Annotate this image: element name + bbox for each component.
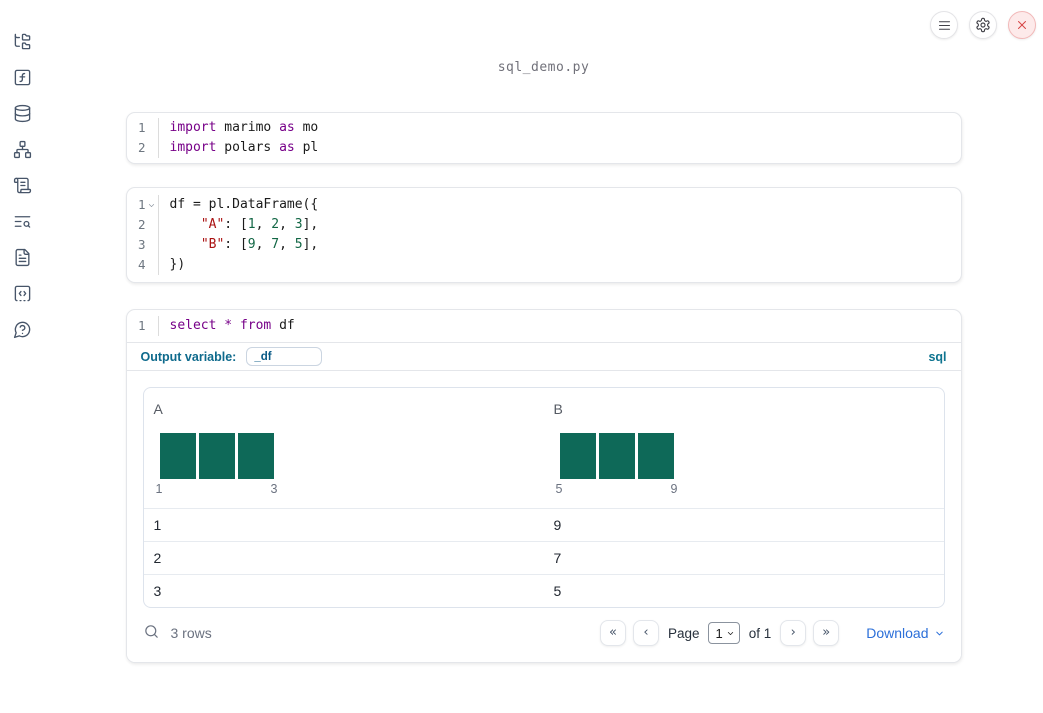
table-footer: 3 rows « ‹ Page 1 of 1 › » Download [127,608,961,662]
hist-max-label: 3 [270,482,278,496]
code-line[interactable]: 3 "B": [9, 7, 5], [127,235,961,255]
help-icon[interactable] [9,311,35,347]
code-line[interactable]: 1 df = pl.DataFrame({ [127,195,961,215]
line-number: 3 [137,237,146,252]
hist-min-label: 1 [155,482,163,496]
cell-value: 5 [553,583,562,599]
output-variable-input[interactable] [246,347,323,366]
code-line[interactable]: 1 import marimo as mo [127,118,961,138]
variables-icon[interactable] [9,59,35,95]
column-name: A [153,401,163,417]
first-page-button[interactable]: « [599,620,626,646]
code-cell-imports[interactable]: 1 import marimo as mo 2 import polars as… [125,112,962,164]
line-number: 1 [137,318,146,333]
code-text[interactable]: import marimo as mo [159,118,319,138]
chevron-down-icon [727,631,733,635]
logs-icon[interactable] [9,203,35,239]
notebook-filename[interactable]: sql_demo.py [44,60,1043,75]
helper-panel-sidebar [0,0,44,713]
page-number-select[interactable]: 1 [708,622,740,644]
hist-min-label: 5 [555,482,563,496]
table-row[interactable]: 3 5 [143,574,944,607]
code-text[interactable]: "A": [1, 2, 3], [159,215,318,235]
chevron-down-icon [935,631,943,635]
sql-cell: 1 select * from df Output variable: sql … [125,309,962,663]
documentation-icon[interactable] [9,239,35,275]
line-number: 1 [137,120,146,135]
last-page-button[interactable]: » [813,620,840,646]
code-text[interactable]: select * from df [159,316,295,336]
row-count: 3 rows [170,625,212,641]
cell-value: 1 [153,517,162,533]
cell-value: 7 [553,550,562,566]
output-variable-label: Output variable: [140,349,237,364]
code-text[interactable]: import polars as pl [159,138,319,158]
table-output: A 1 3 B 5 9 1 9 2 7 3 5 3 rows « ‹ Page … [126,370,961,662]
code-line[interactable]: 2 import polars as pl [127,138,961,158]
cell-value: 9 [553,517,562,533]
cell-value: 2 [153,550,162,566]
notebook-main: sql_demo.py 1 import marimo as mo 2 impo… [44,0,1043,713]
line-number: 4 [137,257,146,272]
column-header-a[interactable]: A 1 3 [144,388,544,508]
dependency-graph-icon[interactable] [9,131,35,167]
table-header: A 1 3 B 5 9 [144,388,944,508]
cell-value: 3 [153,583,162,599]
code-cell-dataframe[interactable]: 1 df = pl.DataFrame({ 2 "A": [1, 2, 3], … [125,187,962,283]
line-number: 2 [137,140,146,155]
code-line[interactable]: 2 "A": [1, 2, 3], [127,215,961,235]
page-total: of 1 [748,625,772,641]
code-line[interactable]: 1 select * from df [127,316,961,336]
hist-max-label: 9 [670,482,678,496]
line-number: 2 [137,217,146,232]
file-explorer-icon[interactable] [9,23,35,59]
dataframe-table: A 1 3 B 5 9 1 9 2 7 3 5 [142,387,945,608]
column-name: B [553,401,563,417]
sql-editor[interactable]: 1 select * from df [127,310,961,342]
column-header-b[interactable]: B 5 9 [544,388,944,508]
page-label: Page [667,625,700,641]
sql-cell-footer: Output variable: sql [126,342,961,370]
fold-chevron-icon[interactable] [146,195,158,215]
snippets-icon[interactable] [9,275,35,311]
outline-icon[interactable] [9,167,35,203]
line-number: 1 [137,197,146,212]
search-icon[interactable] [143,623,160,643]
table-row[interactable]: 2 7 [143,541,944,574]
datasources-icon[interactable] [9,95,35,131]
language-badge[interactable]: sql [928,350,946,364]
table-row[interactable]: 1 9 [143,508,944,541]
prev-page-button[interactable]: ‹ [632,620,659,646]
code-text[interactable]: }) [159,255,186,275]
column-histogram[interactable] [159,433,274,479]
download-button[interactable]: Download [866,625,944,641]
column-histogram[interactable] [559,433,674,479]
code-line[interactable]: 4 }) [127,255,961,275]
code-text[interactable]: "B": [9, 7, 5], [159,235,318,255]
code-text[interactable]: df = pl.DataFrame({ [159,195,319,215]
next-page-button[interactable]: › [780,620,807,646]
